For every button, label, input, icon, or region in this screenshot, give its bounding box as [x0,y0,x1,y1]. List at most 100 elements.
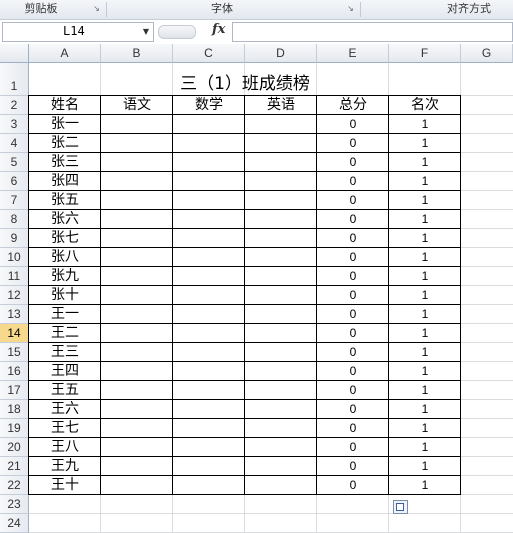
cell-total[interactable]: 0 [317,457,389,476]
row-header-16[interactable]: 16 [0,362,29,381]
cell-total[interactable]: 0 [317,343,389,362]
cell-total[interactable]: 0 [317,362,389,381]
name-box[interactable]: L14 ▼ [2,22,154,42]
formula-bar-resize-handle[interactable] [158,25,196,39]
cell-total[interactable]: 0 [317,305,389,324]
cell-student-name[interactable]: 王四 [29,362,101,381]
column-header-a[interactable]: A [29,44,101,63]
column-header-g[interactable]: G [461,44,513,63]
cell-rank[interactable]: 1 [389,457,461,476]
row-header-17[interactable]: 17 [0,381,29,400]
cell-student-name[interactable]: 张四 [29,172,101,191]
cell-total[interactable]: 0 [317,286,389,305]
header-english[interactable]: 英语 [245,96,317,115]
cell-rank[interactable]: 1 [389,172,461,191]
cell-rank[interactable]: 1 [389,362,461,381]
header-rank[interactable]: 名次 [389,96,461,115]
row-header-11[interactable]: 11 [0,267,29,286]
column-header-e[interactable]: E [317,44,389,63]
cell-student-name[interactable]: 王十 [29,476,101,495]
cell-total[interactable]: 0 [317,210,389,229]
cell-rank[interactable]: 1 [389,438,461,457]
cell-student-name[interactable]: 张八 [29,248,101,267]
cell-total[interactable]: 0 [317,476,389,495]
cell-student-name[interactable]: 王一 [29,305,101,324]
font-launcher-icon[interactable]: ↘ [346,4,355,13]
cell-rank[interactable]: 1 [389,191,461,210]
insert-function-icon[interactable]: fx [212,22,225,37]
row-header-1[interactable]: 1 [0,63,29,96]
cell-student-name[interactable]: 王六 [29,400,101,419]
row-header-15[interactable]: 15 [0,343,29,362]
paste-options-icon[interactable] [393,500,408,514]
cell-rank[interactable]: 1 [389,248,461,267]
cell-student-name[interactable]: 张十 [29,286,101,305]
row-header-24[interactable]: 24 [0,514,29,533]
row-header-13[interactable]: 13 [0,305,29,324]
header-name[interactable]: 姓名 [29,96,101,115]
cell-student-name[interactable]: 王七 [29,419,101,438]
cell-total[interactable]: 0 [317,438,389,457]
row-header-20[interactable]: 20 [0,438,29,457]
column-header-b[interactable]: B [101,44,173,63]
row-header-21[interactable]: 21 [0,457,29,476]
cell-rank[interactable]: 1 [389,134,461,153]
cell-total[interactable]: 0 [317,248,389,267]
cell-rank[interactable]: 1 [389,229,461,248]
cell-rank[interactable]: 1 [389,476,461,495]
formula-input[interactable] [232,22,513,42]
cell-total[interactable]: 0 [317,419,389,438]
row-header-6[interactable]: 6 [0,172,29,191]
cell-total[interactable]: 0 [317,267,389,286]
chevron-down-icon[interactable]: ▼ [143,27,149,36]
cell-rank[interactable]: 1 [389,115,461,134]
column-header-d[interactable]: D [245,44,317,63]
row-header-2[interactable]: 2 [0,96,29,115]
cell-total[interactable]: 0 [317,229,389,248]
row-header-3[interactable]: 3 [0,115,29,134]
row-header-12[interactable]: 12 [0,286,29,305]
spreadsheet-grid[interactable]: A B C D E F G 1 2 3 4 5 6 7 8 9 10 11 12 13 14 15 16 17 18 19 20 21… [0,44,513,533]
select-all-corner[interactable] [0,44,29,63]
row-header-18[interactable]: 18 [0,400,29,419]
cell-rank[interactable]: 1 [389,324,461,343]
cell-student-name[interactable]: 王八 [29,438,101,457]
header-math[interactable]: 数学 [173,96,245,115]
cell-rank[interactable]: 1 [389,419,461,438]
cell-total[interactable]: 0 [317,324,389,343]
cell-rank[interactable]: 1 [389,400,461,419]
cell-total[interactable]: 0 [317,153,389,172]
cell-student-name[interactable]: 张六 [29,210,101,229]
header-chinese[interactable]: 语文 [101,96,173,115]
row-header-22[interactable]: 22 [0,476,29,495]
cell-rank[interactable]: 1 [389,381,461,400]
row-header-7[interactable]: 7 [0,191,29,210]
cell-student-name[interactable]: 王九 [29,457,101,476]
cell-student-name[interactable]: 张一 [29,115,101,134]
cell-student-name[interactable]: 王五 [29,381,101,400]
cell-total[interactable]: 0 [317,400,389,419]
row-header-5[interactable]: 5 [0,153,29,172]
column-header-c[interactable]: C [173,44,245,63]
sheet-title[interactable]: 三（1）班成绩榜 [29,69,461,94]
row-header-9[interactable]: 9 [0,229,29,248]
cell-student-name[interactable]: 王二 [29,324,101,343]
cell-total[interactable]: 0 [317,381,389,400]
row-header-8[interactable]: 8 [0,210,29,229]
cell-rank[interactable]: 1 [389,267,461,286]
cell-student-name[interactable]: 张七 [29,229,101,248]
column-header-f[interactable]: F [389,44,461,63]
cell-student-name[interactable]: 张九 [29,267,101,286]
cell-rank[interactable]: 1 [389,305,461,324]
cell-student-name[interactable]: 张三 [29,153,101,172]
cell-rank[interactable]: 1 [389,286,461,305]
row-header-19[interactable]: 19 [0,419,29,438]
row-header-14[interactable]: 14 [0,324,29,343]
row-header-10[interactable]: 10 [0,248,29,267]
cell-rank[interactable]: 1 [389,343,461,362]
cell-student-name[interactable]: 王三 [29,343,101,362]
header-total[interactable]: 总分 [317,96,389,115]
cell-rank[interactable]: 1 [389,153,461,172]
clipboard-launcher-icon[interactable]: ↘ [92,4,101,13]
cell-student-name[interactable]: 张二 [29,134,101,153]
